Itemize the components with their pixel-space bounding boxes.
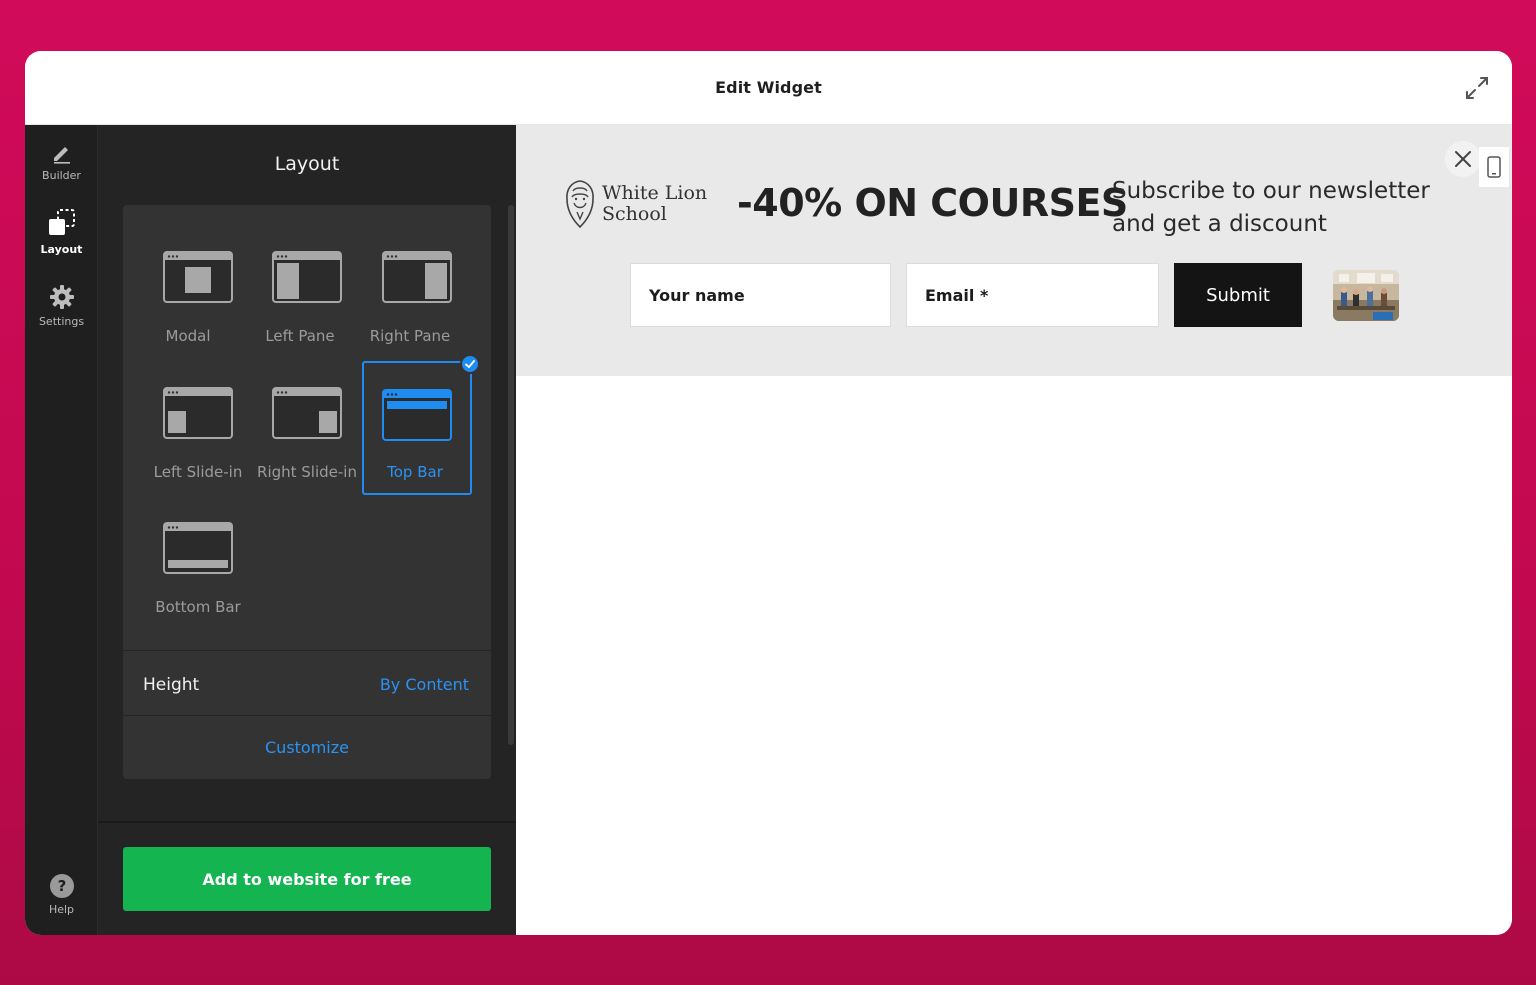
right-slide-in-layout-icon bbox=[272, 387, 342, 439]
rail-item-layout[interactable]: Layout bbox=[25, 207, 98, 256]
name-input[interactable] bbox=[630, 263, 891, 327]
panel-scrollbar[interactable] bbox=[508, 205, 514, 745]
rail-item-settings[interactable]: Settings bbox=[25, 283, 98, 328]
pencil-icon bbox=[53, 147, 70, 164]
layout-panel: Layout Modal Left Pane Right Pane Left S… bbox=[98, 125, 516, 935]
layout-option-right-slide-in[interactable]: Right Slide-in bbox=[252, 363, 362, 497]
layout-option-right-pane[interactable]: Right Pane bbox=[362, 227, 472, 361]
rail-item-label: Settings bbox=[38, 315, 85, 328]
promo-headline: -40% ON COURSES bbox=[737, 181, 1128, 225]
layout-icon bbox=[48, 209, 75, 235]
layout-options-card: Modal Left Pane Right Pane Left Slide-in… bbox=[123, 205, 491, 779]
widget-preview: White Lion School -40% ON COURSES Subscr… bbox=[516, 125, 1512, 935]
layout-option-label: Left Pane bbox=[265, 327, 335, 345]
top-bar-widget: White Lion School -40% ON COURSES Subscr… bbox=[516, 125, 1512, 376]
expand-icon bbox=[1466, 77, 1488, 99]
expand-button[interactable] bbox=[1462, 73, 1492, 103]
logo-text: White Lion School bbox=[602, 183, 707, 225]
layout-option-label: Right Slide-in bbox=[257, 463, 357, 481]
rail-item-help[interactable]: ? Help bbox=[25, 873, 98, 916]
gear-icon bbox=[49, 285, 74, 309]
title-bar: Edit Widget bbox=[25, 51, 1512, 125]
layout-option-left-pane[interactable]: Left Pane bbox=[252, 227, 362, 361]
logo-text-line: School bbox=[602, 203, 667, 225]
email-input[interactable] bbox=[906, 263, 1159, 327]
window-title: Edit Widget bbox=[715, 78, 822, 97]
side-rail: Builder Layout Settings ? Help bbox=[25, 125, 98, 935]
panel-title: Layout bbox=[274, 153, 340, 175]
mobile-preview-button[interactable] bbox=[1479, 147, 1509, 187]
lion-logo-icon bbox=[566, 180, 594, 229]
layout-option-label: Top Bar bbox=[387, 463, 443, 481]
layout-option-top-bar[interactable]: Top Bar bbox=[362, 354, 480, 495]
layout-option-label: Modal bbox=[165, 327, 211, 345]
bottom-bar-layout-icon bbox=[163, 522, 233, 574]
left-slide-in-layout-icon bbox=[163, 387, 233, 439]
help-icon: ? bbox=[49, 874, 74, 898]
modal-layout-icon bbox=[163, 251, 233, 303]
selected-check-icon bbox=[460, 354, 480, 374]
svg-text:?: ? bbox=[57, 877, 66, 895]
close-icon bbox=[1455, 151, 1471, 167]
height-value-link[interactable]: By Content bbox=[380, 675, 469, 694]
add-to-website-button[interactable]: Add to website for free bbox=[123, 847, 491, 911]
left-pane-layout-icon bbox=[272, 251, 342, 303]
height-setting-row: Height By Content bbox=[123, 651, 491, 715]
top-bar-layout-icon bbox=[382, 389, 452, 441]
submit-button[interactable]: Submit bbox=[1174, 263, 1302, 327]
white-lion-logo: White Lion School bbox=[564, 179, 707, 229]
rail-item-label: Layout bbox=[40, 243, 83, 256]
layout-option-modal[interactable]: Modal bbox=[133, 227, 243, 361]
edit-widget-window: Edit Widget Builder Layout Settings ? He… bbox=[25, 51, 1512, 935]
mobile-device-icon bbox=[1487, 156, 1501, 178]
customize-link[interactable]: Customize bbox=[123, 716, 491, 779]
logo-text-line: White Lion bbox=[602, 182, 708, 204]
rail-item-label: Help bbox=[48, 903, 75, 916]
footer-separator bbox=[98, 821, 516, 823]
layout-option-label: Bottom Bar bbox=[155, 598, 241, 616]
rail-item-builder[interactable]: Builder bbox=[25, 141, 98, 182]
promo-subtext: Subscribe to our newsletter and get a di… bbox=[1112, 178, 1430, 237]
close-widget-button[interactable] bbox=[1445, 141, 1481, 177]
rail-item-label: Builder bbox=[42, 169, 81, 182]
promo-thumbnail-image bbox=[1333, 270, 1399, 321]
layout-option-label: Right Pane bbox=[369, 327, 451, 345]
height-label: Height bbox=[143, 675, 200, 695]
right-pane-layout-icon bbox=[382, 251, 452, 303]
layout-option-bottom-bar[interactable]: Bottom Bar bbox=[143, 498, 253, 632]
